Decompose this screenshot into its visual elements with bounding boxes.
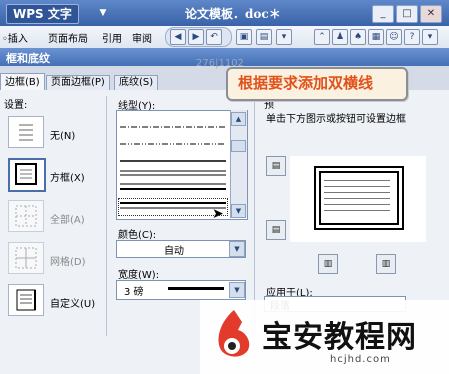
watermark-logo-icon — [212, 308, 256, 362]
chevron-down-icon[interactable]: ▼ — [229, 241, 245, 257]
mouse-pointer-icon: ➤ — [212, 206, 224, 222]
preview-text-line — [324, 192, 390, 193]
setting-custom-icon[interactable] — [8, 284, 44, 316]
line-style-option[interactable] — [120, 183, 226, 194]
width-line-sample — [168, 287, 224, 290]
scroll-thumb[interactable] — [231, 140, 246, 152]
chevron-down-icon[interactable]: ▼ — [96, 4, 110, 22]
preview-text-line — [324, 186, 390, 187]
setting-grid-label[interactable]: 网格(D) — [50, 253, 86, 268]
watermark-url: hcjhd.com — [330, 354, 391, 365]
right-border-button[interactable]: ▥ — [376, 254, 396, 274]
setting-box-label[interactable]: 方框(X) — [50, 169, 85, 184]
width-label: 宽度(W): — [118, 270, 160, 281]
color-label: 颜色(C): — [118, 230, 157, 241]
setting-box-icon[interactable] — [8, 158, 46, 192]
setting-custom-label[interactable]: 自定义(U) — [50, 295, 95, 310]
line-style-option-double[interactable] — [120, 201, 226, 214]
setting-all-label[interactable]: 全部(A) — [50, 211, 85, 226]
line-style-option[interactable] — [120, 155, 226, 166]
menu-review[interactable]: 审阅 — [132, 30, 152, 45]
minimize-icon[interactable]: _ — [372, 5, 394, 23]
close-icon[interactable]: ✕ — [420, 5, 442, 23]
tab-shading[interactable]: 底纹(S) — [114, 75, 159, 90]
menu-insert[interactable]: ◦插入 — [2, 30, 28, 45]
user-icon[interactable]: ☺ — [386, 29, 402, 45]
undo-icon[interactable]: ↶ — [206, 29, 222, 45]
maximize-icon[interactable]: □ — [396, 5, 418, 23]
setting-none-icon[interactable] — [8, 116, 44, 148]
width-value: 3 磅 — [124, 287, 144, 298]
bottom-border-button[interactable]: ▤ — [266, 220, 286, 240]
preview-text-line — [324, 198, 390, 199]
dialog-title: 框和底纹 — [6, 52, 50, 65]
line-style-scrollbar[interactable] — [230, 110, 247, 218]
settings-label: 设置: — [4, 100, 28, 111]
wps-menu-button[interactable]: WPS 文字 — [6, 4, 79, 24]
forward-arrow-icon[interactable]: ▶ — [188, 29, 204, 45]
tab-page-border[interactable]: 页面边框(P) — [46, 75, 110, 90]
scroll-up-icon[interactable]: ▲ — [231, 112, 246, 126]
document-title: 论文模板．doc＊ — [185, 7, 281, 21]
chevron-down-icon[interactable]: ▼ — [229, 282, 245, 298]
chevron-down-icon[interactable]: ▾ — [276, 29, 292, 45]
setting-all-icon[interactable] — [8, 200, 44, 232]
chevron-down-icon[interactable]: ▾ — [422, 29, 438, 45]
tab-border[interactable]: 边框(B) — [0, 73, 45, 91]
line-style-option[interactable] — [120, 138, 226, 149]
document-icon[interactable]: ▦ — [368, 29, 384, 45]
setting-grid-icon[interactable] — [8, 242, 44, 274]
watermark-site-name: 宝安教程网 — [262, 320, 417, 355]
open-icon[interactable]: ▣ — [236, 29, 252, 45]
setting-none-label[interactable]: 无(N) — [50, 127, 75, 142]
help-icon[interactable]: ? — [404, 29, 420, 45]
menu-page-layout[interactable]: 页面布局 — [48, 30, 88, 45]
line-style-option[interactable] — [120, 121, 226, 132]
color-value: 自动 — [164, 246, 184, 257]
save-icon[interactable]: ▤ — [256, 29, 272, 45]
top-border-button[interactable]: ▤ — [266, 156, 286, 176]
divider — [106, 96, 107, 336]
preview-hint: 单击下方图示或按钮可设置边框 — [266, 114, 406, 125]
menu-reference[interactable]: 引用 — [102, 30, 122, 45]
preview-text-line — [324, 180, 390, 181]
annotation-text: 根据要求添加双横线 — [238, 74, 374, 92]
back-arrow-icon[interactable]: ◀ — [170, 29, 186, 45]
scroll-down-icon[interactable]: ▼ — [231, 204, 246, 218]
dress-icon[interactable]: ♠ — [350, 29, 366, 45]
left-border-button[interactable]: ▥ — [318, 254, 338, 274]
skin-icon[interactable]: ♟ — [332, 29, 348, 45]
preview-text-line — [324, 204, 390, 205]
collapse-icon[interactable]: ⌃ — [314, 29, 330, 45]
preview-text-line — [324, 210, 390, 211]
line-style-option[interactable] — [120, 168, 226, 179]
